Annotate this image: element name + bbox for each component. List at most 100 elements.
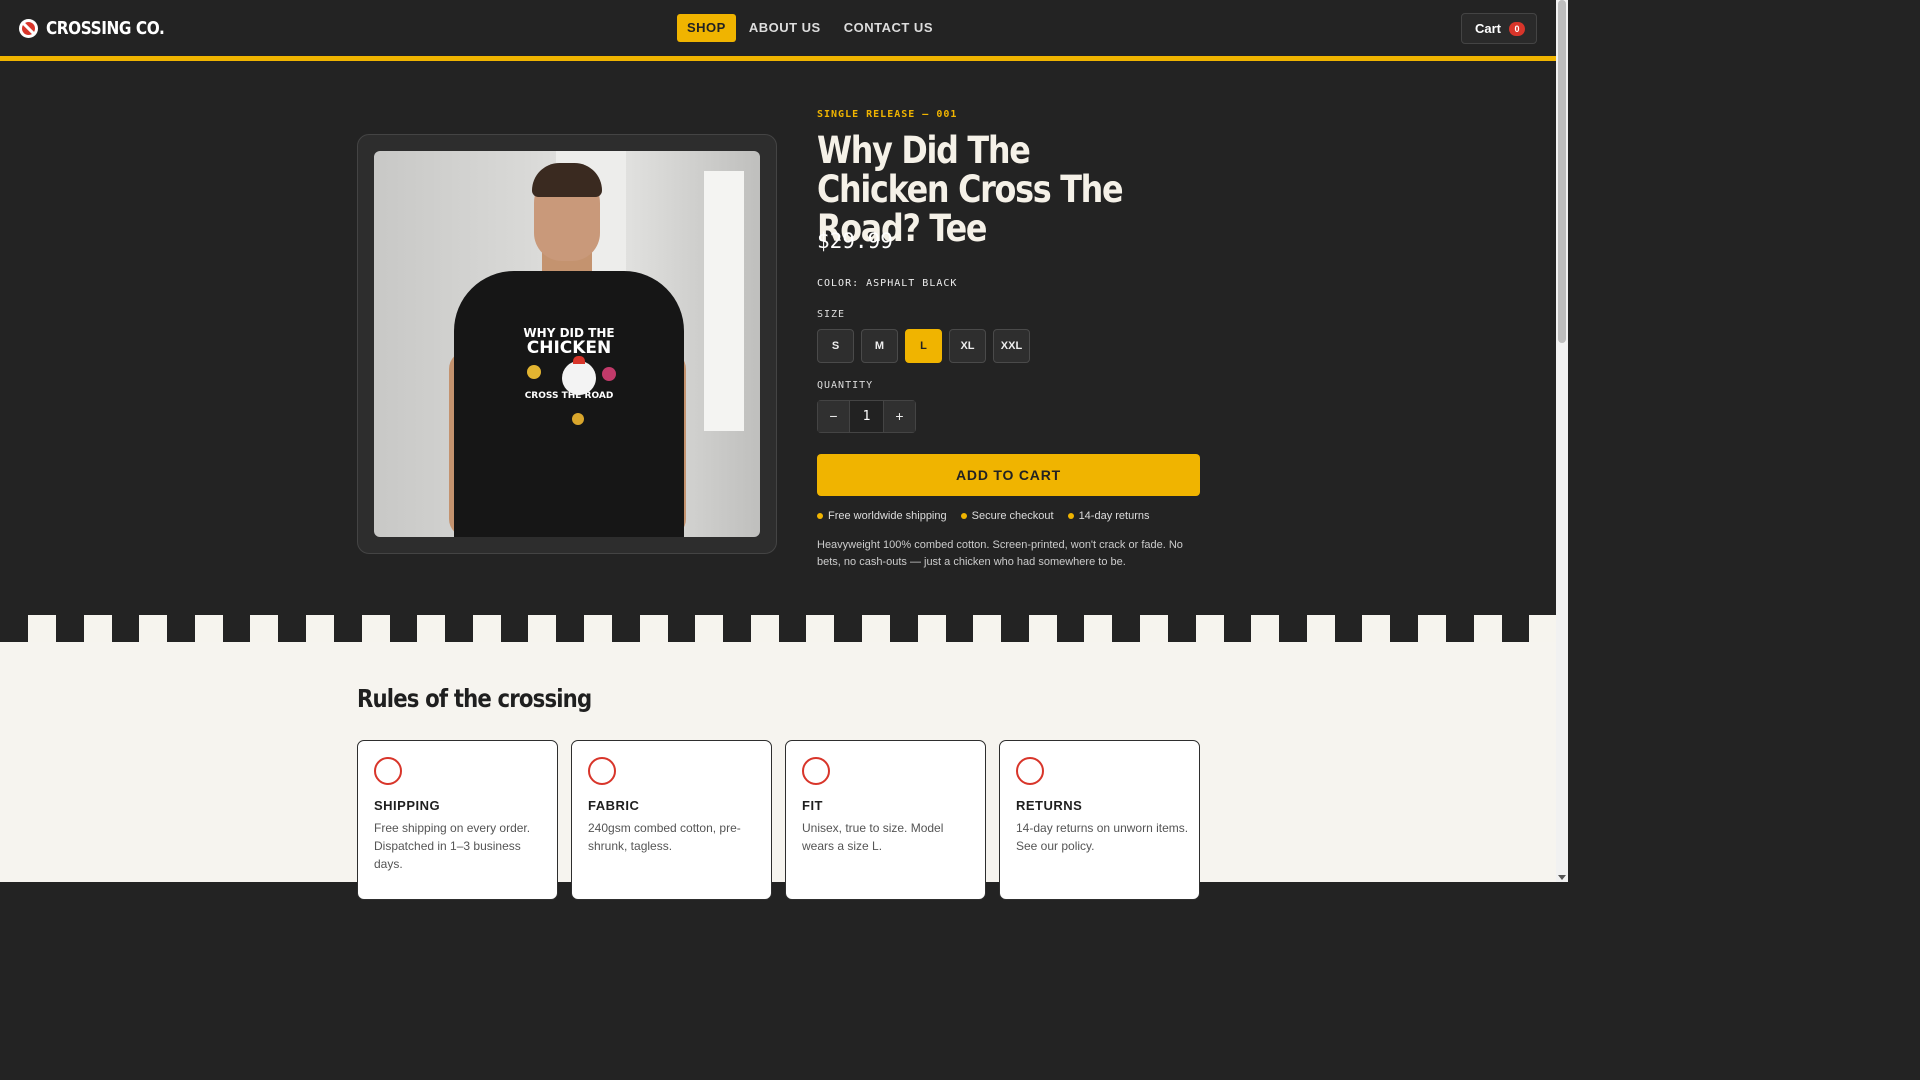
card-title: RETURNS bbox=[1016, 798, 1083, 813]
nav-shop[interactable]: SHOP bbox=[677, 14, 736, 42]
crosswalk-stripe bbox=[473, 615, 501, 642]
brand-logo[interactable]: CROSSING CO. bbox=[19, 18, 185, 39]
size-option-s[interactable]: S bbox=[817, 329, 854, 363]
rule-card-fabric: FABRIC 240gsm combed cotton, pre-shrunk,… bbox=[571, 740, 772, 900]
page-scrollbar[interactable] bbox=[1556, 0, 1568, 882]
crosswalk-stripe bbox=[1029, 615, 1057, 642]
circle-icon bbox=[588, 757, 616, 785]
crosswalk-stripe bbox=[1196, 615, 1224, 642]
rule-card-fit: FIT Unisex, true to size. Model wears a … bbox=[785, 740, 986, 900]
crosswalk-stripe bbox=[918, 615, 946, 642]
size-option-xl[interactable]: XL bbox=[949, 329, 986, 363]
crosswalk-stripe bbox=[195, 615, 223, 642]
circle-icon bbox=[1016, 757, 1044, 785]
card-text: 240gsm combed cotton, pre-shrunk, tagles… bbox=[588, 821, 741, 853]
product-image-frame: WHY DID THE CHICKEN CROSS THE ROAD bbox=[357, 134, 777, 554]
rule-card-shipping: SHIPPING Free shipping on every order. D… bbox=[357, 740, 558, 900]
chip-graphic bbox=[602, 367, 616, 381]
quantity-decrease-button[interactable]: − bbox=[818, 401, 849, 432]
crosswalk-stripe bbox=[862, 615, 890, 642]
size-label: SIZE bbox=[817, 309, 846, 320]
quantity-label: QUANTITY bbox=[817, 380, 874, 391]
card-text: Free shipping on every order. Dispatched… bbox=[374, 821, 531, 871]
release-eyebrow: SINGLE RELEASE — 001 bbox=[817, 109, 958, 120]
model-hair bbox=[532, 163, 602, 197]
crosswalk-stripe bbox=[1251, 615, 1279, 642]
main-nav: SHOP ABOUT US CONTACT US bbox=[677, 14, 946, 42]
cart-label: Cart bbox=[1475, 21, 1502, 36]
window-light bbox=[704, 171, 744, 431]
print-line: CHICKEN bbox=[526, 338, 612, 358]
size-option-l[interactable]: L bbox=[905, 329, 942, 363]
product-description: Heavyweight 100% combed cotton. Screen-p… bbox=[817, 539, 1183, 568]
add-to-cart-button[interactable]: ADD TO CART bbox=[817, 454, 1200, 496]
crosswalk-stripe bbox=[1362, 615, 1390, 642]
perk-label: Secure checkout bbox=[971, 510, 1054, 522]
quantity-increase-button[interactable]: + bbox=[884, 401, 915, 432]
crosswalk-stripe bbox=[584, 615, 612, 642]
crosswalk-stripe bbox=[528, 615, 556, 642]
chip-graphic bbox=[527, 365, 541, 379]
chicken-comb bbox=[573, 356, 585, 364]
scrollbar-thumb[interactable] bbox=[1558, 0, 1566, 343]
chicken-graphic bbox=[562, 361, 596, 395]
bullet-icon bbox=[1067, 513, 1074, 519]
crosswalk-stripe bbox=[306, 615, 334, 642]
circle-icon bbox=[374, 757, 402, 785]
perk-label: 14-day returns bbox=[1078, 510, 1150, 522]
crosswalk-stripe bbox=[28, 615, 56, 642]
cart-button[interactable]: Cart 0 bbox=[1461, 13, 1537, 44]
crosswalk-stripe bbox=[1418, 615, 1446, 642]
crosswalk-stripe bbox=[1307, 615, 1335, 642]
product-price: $29.99 bbox=[817, 229, 893, 253]
size-selector: S M L XL XXL bbox=[817, 329, 1030, 363]
card-title: SHIPPING bbox=[374, 798, 441, 813]
print-line: CROSS THE ROAD bbox=[524, 391, 614, 401]
card-text: 14-day returns on unworn items. See our … bbox=[1016, 821, 1189, 853]
no-crossing-icon bbox=[19, 19, 38, 38]
crosswalk-divider bbox=[0, 615, 1557, 642]
nav-about-us[interactable]: ABOUT US bbox=[739, 14, 831, 42]
size-option-xxl[interactable]: XXL bbox=[993, 329, 1030, 363]
crosswalk-stripe bbox=[973, 615, 1001, 642]
crosswalk-stripe bbox=[695, 615, 723, 642]
size-option-m[interactable]: M bbox=[861, 329, 898, 363]
color-label: COLOR: ASPHALT BLACK bbox=[817, 278, 958, 289]
nav-contact-us[interactable]: CONTACT US bbox=[834, 14, 943, 42]
black-tshirt bbox=[454, 271, 684, 537]
card-title: FABRIC bbox=[588, 798, 640, 813]
crosswalk-stripe bbox=[1084, 615, 1112, 642]
brand-name: CROSSING CO. bbox=[46, 18, 165, 39]
quantity-input[interactable]: 1 bbox=[849, 401, 884, 432]
crosswalk-stripe bbox=[1140, 615, 1168, 642]
quantity-stepper: − 1 + bbox=[817, 400, 916, 433]
bullet-icon bbox=[960, 513, 967, 519]
crosswalk-stripe bbox=[806, 615, 834, 642]
rules-section: Rules of the crossing SHIPPING Free ship… bbox=[0, 642, 1556, 900]
site-header: CROSSING CO. SHOP ABOUT US CONTACT US Ca… bbox=[0, 0, 1556, 56]
perk-item: 14-day returns bbox=[1067, 510, 1150, 522]
crosswalk-stripe bbox=[250, 615, 278, 642]
crosswalk-stripe bbox=[751, 615, 779, 642]
circle-icon bbox=[802, 757, 830, 785]
perk-label: Free worldwide shipping bbox=[828, 510, 947, 522]
crosswalk-stripe bbox=[640, 615, 668, 642]
crosswalk-stripe bbox=[139, 615, 167, 642]
perks-list: Free worldwide shipping Secure checkout … bbox=[817, 510, 1150, 522]
crosswalk-stripe bbox=[1474, 615, 1502, 642]
perk-item: Secure checkout bbox=[960, 510, 1054, 522]
card-title: FIT bbox=[802, 798, 823, 813]
scroll-down-arrow-icon[interactable] bbox=[1558, 875, 1566, 880]
section-title: Rules of the crossing bbox=[357, 684, 592, 713]
crosswalk-stripe bbox=[1529, 615, 1557, 642]
product-photo[interactable]: WHY DID THE CHICKEN CROSS THE ROAD bbox=[374, 151, 760, 537]
card-text: Unisex, true to size. Model wears a size… bbox=[802, 821, 944, 853]
bullet-icon bbox=[817, 513, 823, 519]
header-accent-stripe bbox=[0, 56, 1556, 61]
rule-card-returns: RETURNS 14-day returns on unworn items. … bbox=[999, 740, 1200, 900]
coin-graphic bbox=[572, 413, 584, 425]
crosswalk-stripe bbox=[417, 615, 445, 642]
cart-count-badge: 0 bbox=[1509, 21, 1526, 36]
crosswalk-stripe bbox=[362, 615, 390, 642]
perk-item: Free worldwide shipping bbox=[817, 510, 947, 522]
